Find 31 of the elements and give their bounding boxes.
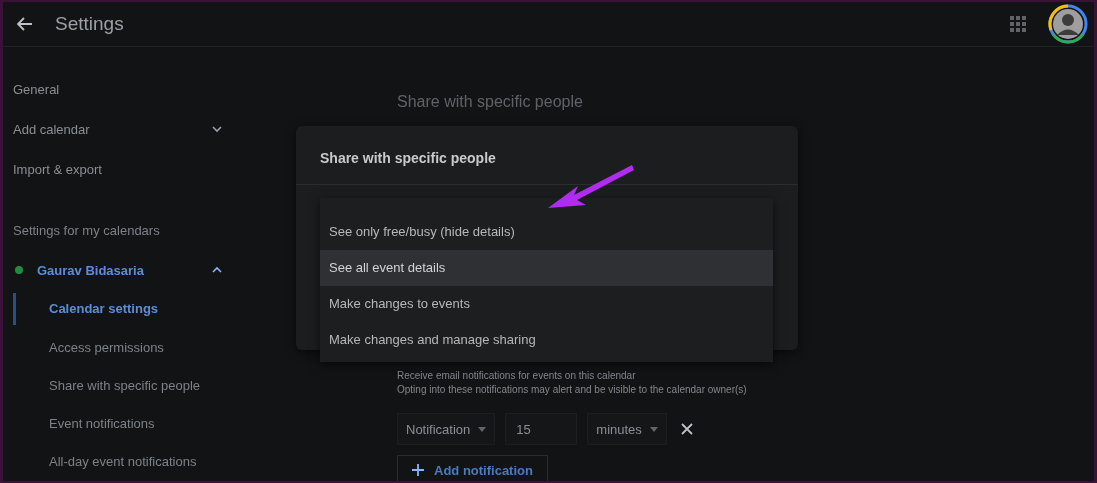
- page-title: Settings: [55, 13, 124, 35]
- sidebar-item[interactable]: Add calendar: [3, 109, 243, 149]
- menu-option[interactable]: See only free/busy (hide details): [320, 214, 773, 250]
- time-unit-dropdown[interactable]: minutes: [587, 413, 667, 445]
- sidebar-subitem[interactable]: Access permissions: [13, 329, 243, 367]
- dialog-title: Share with specific people: [319, 149, 497, 168]
- sidebar-subitem[interactable]: Share with specific people: [13, 367, 243, 405]
- calendar-item[interactable]: Gaurav Bidasaria: [3, 251, 243, 289]
- notification-type-dropdown[interactable]: Notification: [397, 413, 496, 445]
- sidebar-subitem[interactable]: Event notifications: [13, 405, 243, 443]
- minutes-field[interactable]: 15: [505, 413, 578, 445]
- caret-icon: [478, 426, 487, 432]
- plus-icon: [412, 464, 424, 476]
- sidebar-subitem[interactable]: Calendar settings: [13, 293, 243, 325]
- close-icon: [680, 423, 693, 435]
- sidebar-item[interactable]: General: [3, 69, 243, 109]
- menu-option[interactable]: Make changes to events: [320, 286, 773, 322]
- calendar-name: Gaurav Bidasaria: [37, 262, 145, 278]
- back-arrow-icon: [17, 17, 33, 31]
- add-notification-button[interactable]: Add notification: [397, 455, 548, 481]
- section-title: Settings for my calendars: [12, 222, 161, 240]
- menu-option[interactable]: See all event details: [320, 250, 773, 286]
- apps-grid-icon[interactable]: [1010, 16, 1026, 32]
- description-text: Opting into these notifications may alert and be visible to the calendar owner(s): [397, 383, 748, 397]
- section-heading: Share with specific people: [397, 93, 584, 111]
- menu-option[interactable]: Make changes and manage sharing: [320, 322, 773, 358]
- account-avatar[interactable]: [1048, 4, 1088, 44]
- sidebar-item[interactable]: Import & export: [3, 149, 243, 189]
- description-text: Receive email notifications for events on this calendar: [397, 369, 637, 383]
- caret-icon: [649, 426, 658, 432]
- sidebar-subitem[interactable]: All-day event notifications: [13, 443, 243, 481]
